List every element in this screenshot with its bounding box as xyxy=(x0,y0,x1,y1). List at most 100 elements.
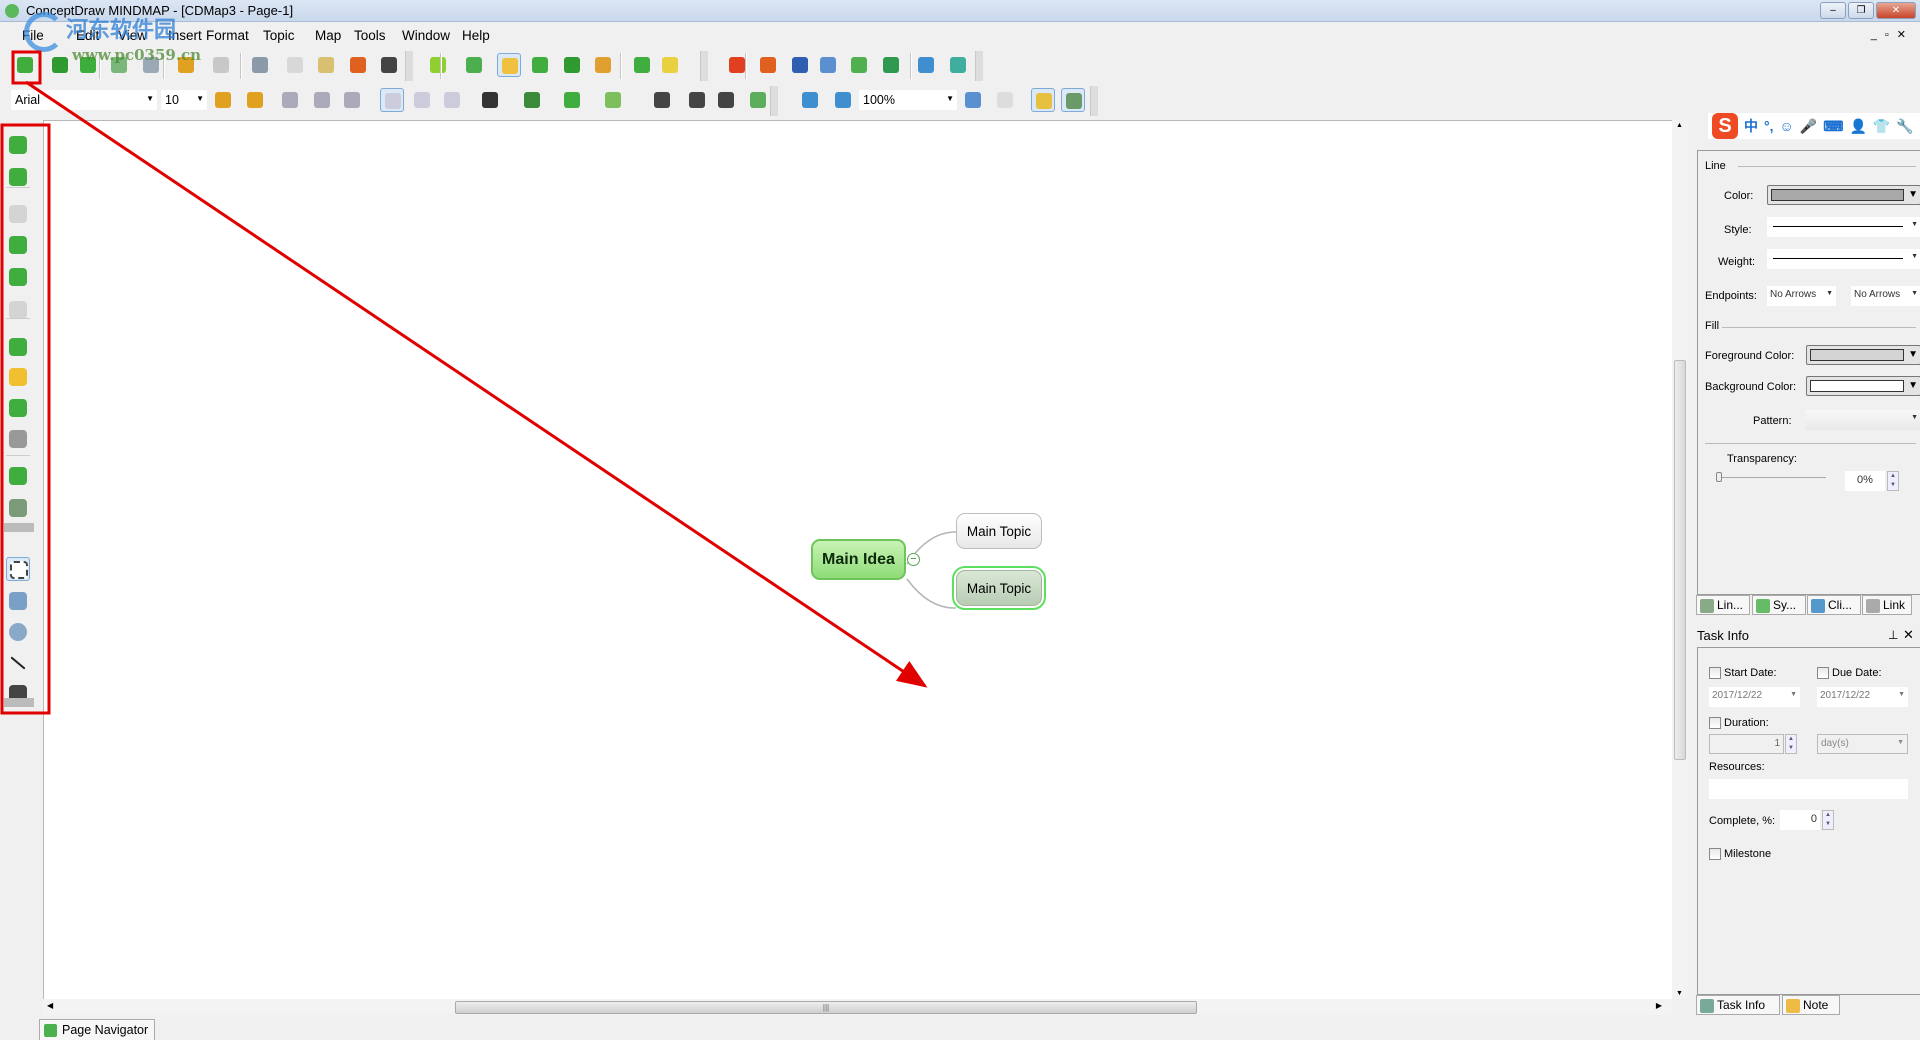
cut-button[interactable] xyxy=(248,53,272,77)
tab-clipart[interactable]: Cli... xyxy=(1807,595,1861,615)
tab-note[interactable]: Note xyxy=(1782,995,1840,1015)
ime-icon[interactable]: ⌨ xyxy=(1823,118,1843,135)
zoom-in-button[interactable] xyxy=(798,88,822,112)
tab-link[interactable]: Link xyxy=(1862,595,1912,615)
add-topic-button[interactable] xyxy=(6,133,30,157)
organic-layout-button[interactable] xyxy=(528,53,552,77)
ime-icon[interactable]: 👤 xyxy=(1849,118,1866,135)
numbering-button[interactable] xyxy=(630,53,654,77)
foreground-color-picker[interactable]: ▼ xyxy=(1806,345,1920,365)
line-tool-button[interactable] xyxy=(6,651,30,675)
toolbar-grip[interactable] xyxy=(405,51,413,81)
shrink-font-button[interactable] xyxy=(243,88,267,112)
vertical-scrollbar[interactable]: ▲ ▼ xyxy=(1672,120,1688,999)
main-idea-node[interactable]: Main Idea xyxy=(811,539,906,580)
align-right-button[interactable] xyxy=(440,88,464,112)
paragraph-button[interactable] xyxy=(685,88,709,112)
move-up-button[interactable] xyxy=(6,265,30,289)
tab-symbols[interactable]: Sy... xyxy=(1752,595,1806,615)
milestone-checkbox[interactable] xyxy=(1709,848,1721,860)
tab-task-info[interactable]: Task Info xyxy=(1696,995,1780,1015)
grow-font-button[interactable] xyxy=(211,88,235,112)
add-comment-button[interactable] xyxy=(6,365,30,389)
gantt-button[interactable] xyxy=(914,53,938,77)
radial-layout-button[interactable] xyxy=(497,53,521,77)
ime-icon[interactable]: 🎤 xyxy=(1800,118,1817,135)
start-date-input[interactable]: 2017/12/22 ▼ xyxy=(1709,687,1800,707)
line-color-button[interactable] xyxy=(560,88,584,112)
ellipse-tool-button[interactable] xyxy=(6,620,30,644)
transparency-input[interactable]: 0% xyxy=(1845,471,1885,491)
ime-icon[interactable]: ☺ xyxy=(1780,118,1794,134)
delete-button[interactable] xyxy=(346,53,370,77)
menu-topic[interactable]: Topic xyxy=(263,28,295,43)
export-image-button[interactable] xyxy=(847,53,871,77)
pin-icon[interactable]: ⊥ xyxy=(1888,628,1898,642)
mdi-controls[interactable]: _▫✕ xyxy=(1871,28,1914,41)
edit-mode-button[interactable] xyxy=(1031,88,1055,112)
italic-button[interactable] xyxy=(310,88,334,112)
paste-button[interactable] xyxy=(314,53,338,77)
collapse-toggle-icon[interactable]: − xyxy=(907,553,920,566)
export-word-button[interactable] xyxy=(788,53,812,77)
export-project-button[interactable] xyxy=(816,53,840,77)
align-center-button[interactable] xyxy=(410,88,434,112)
endpoint-start-select[interactable]: No Arrows ▼ xyxy=(1767,286,1836,306)
close-button[interactable]: ✕ xyxy=(1876,2,1916,19)
add-picture-button[interactable] xyxy=(6,496,30,520)
left-layout-button[interactable] xyxy=(462,53,486,77)
transparency-slider-thumb[interactable] xyxy=(1716,472,1722,482)
duration-spinner[interactable]: ▲ ▼ xyxy=(1785,734,1797,754)
add-subtopic-button[interactable] xyxy=(6,165,30,189)
font-family-select[interactable]: Arial ▼ xyxy=(10,89,158,111)
page-navigator-tab[interactable]: Page Navigator xyxy=(39,1019,156,1040)
main-topic-node[interactable]: Main Topic xyxy=(956,513,1042,549)
bold-button[interactable] xyxy=(278,88,302,112)
highlight-button[interactable] xyxy=(520,88,544,112)
add-relationship-button[interactable] xyxy=(6,427,30,451)
zoom-selection-button[interactable] xyxy=(961,88,985,112)
add-note-topic-button[interactable] xyxy=(6,335,30,359)
scroll-right-icon[interactable]: ▶ xyxy=(1656,1001,1662,1010)
background-color-picker[interactable]: ▼ xyxy=(1806,376,1920,396)
horizontal-scroll-thumb[interactable]: ||| xyxy=(455,1001,1197,1014)
copy-button[interactable] xyxy=(283,53,307,77)
duration-checkbox[interactable] xyxy=(1709,717,1721,729)
horizontal-scrollbar[interactable]: ◀ ||| ▶ xyxy=(43,999,1672,1015)
line-color-picker[interactable]: ▼ xyxy=(1767,185,1920,205)
zoom-out-button[interactable] xyxy=(831,88,855,112)
menu-map[interactable]: Map xyxy=(315,28,341,43)
toolbar-overflow-button[interactable] xyxy=(4,698,34,707)
complete-input[interactable]: 0 xyxy=(1780,810,1820,830)
endpoint-end-select[interactable]: No Arrows ▼ xyxy=(1851,286,1920,306)
format-painter-button[interactable] xyxy=(746,88,770,112)
mdi-restore-button[interactable]: ▫ xyxy=(1885,29,1897,41)
menu-window[interactable]: Window xyxy=(402,28,450,43)
sogou-logo-icon[interactable]: S xyxy=(1712,113,1738,139)
toolbar-grip[interactable] xyxy=(770,86,778,116)
cycle-layout-button[interactable] xyxy=(560,53,584,77)
add-callout-disabled-button[interactable] xyxy=(6,202,30,226)
insert-picture-button[interactable] xyxy=(658,53,682,77)
outline-button[interactable] xyxy=(946,53,970,77)
add-floating-topic-button[interactable] xyxy=(6,233,30,257)
ime-icon[interactable]: °, xyxy=(1764,118,1774,134)
resources-input[interactable] xyxy=(1709,779,1908,799)
main-topic-node-selected[interactable]: Main Topic xyxy=(952,566,1046,610)
line-weight-select[interactable]: ▼ xyxy=(1767,249,1920,269)
redo-button[interactable] xyxy=(209,53,233,77)
pan-hand-button[interactable] xyxy=(993,88,1017,112)
tab-line[interactable]: Lin... xyxy=(1696,595,1750,615)
toolbar-grip[interactable] xyxy=(1090,86,1098,116)
brainstorm-button[interactable] xyxy=(426,53,450,77)
menu-help[interactable]: Help xyxy=(462,28,490,43)
font-size-select[interactable]: 10 ▼ xyxy=(160,89,208,111)
indent-button[interactable] xyxy=(714,88,738,112)
close-panel-icon[interactable]: ✕ xyxy=(1903,627,1914,643)
ime-icon[interactable]: 🔧 xyxy=(1896,118,1913,135)
mdi-close-button[interactable]: ✕ xyxy=(1897,29,1914,41)
start-date-checkbox[interactable] xyxy=(1709,667,1721,679)
find-button[interactable] xyxy=(377,53,401,77)
ime-icon[interactable]: 👕 xyxy=(1873,118,1890,135)
transparency-spinner[interactable]: ▲ ▼ xyxy=(1887,471,1899,491)
